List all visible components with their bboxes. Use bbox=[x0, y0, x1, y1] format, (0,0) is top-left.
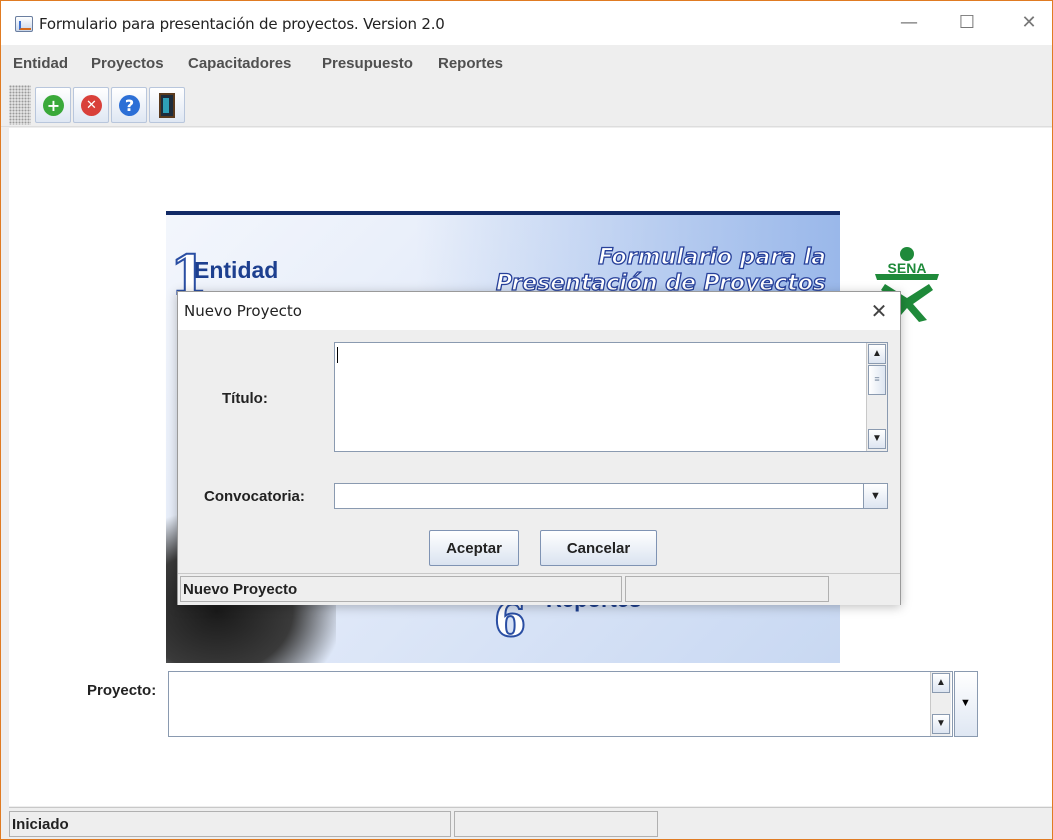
proyecto-scrollbar[interactable]: ▲ ▼ bbox=[930, 672, 951, 736]
convocatoria-label: Convocatoria: bbox=[204, 488, 305, 505]
scroll-thumb[interactable]: ≡ bbox=[868, 365, 886, 395]
status-cell-main: Iniciado bbox=[9, 811, 451, 837]
minimize-button[interactable]: — bbox=[886, 1, 932, 45]
menu-presupuesto[interactable]: Presupuesto bbox=[322, 55, 413, 72]
titulo-scrollbar[interactable]: ▲ ≡ ▼ bbox=[866, 343, 887, 451]
dialog-title: Nuevo Proyecto bbox=[184, 302, 302, 320]
scroll-down-arrow-icon[interactable]: ▼ bbox=[932, 714, 950, 734]
banner-entidad-label: Entidad bbox=[194, 257, 279, 283]
convocatoria-select[interactable]: ▼ bbox=[334, 483, 888, 509]
add-button[interactable]: + bbox=[35, 87, 71, 123]
window-title: Formulario para presentación de proyecto… bbox=[39, 15, 445, 33]
dialog-status-cell-secondary bbox=[625, 576, 829, 602]
java-app-icon bbox=[15, 16, 33, 32]
menu-reportes[interactable]: Reportes bbox=[438, 55, 503, 72]
titulo-textarea[interactable]: ▲ ≡ ▼ bbox=[334, 342, 888, 452]
chevron-down-icon: ▼ bbox=[960, 697, 971, 709]
sena-logo-text: SENA bbox=[888, 260, 927, 276]
text-caret bbox=[337, 347, 338, 363]
scroll-down-arrow-icon[interactable]: ▼ bbox=[868, 429, 886, 449]
toolbar-grip[interactable] bbox=[9, 85, 31, 125]
banner-title: Formulario para la Presentación de Proye… bbox=[406, 244, 827, 297]
main-window: Formulario para presentación de proyecto… bbox=[0, 0, 1053, 840]
aceptar-button[interactable]: Aceptar bbox=[429, 530, 519, 566]
proyecto-label: Proyecto: bbox=[87, 682, 157, 699]
scroll-up-arrow-icon[interactable]: ▲ bbox=[868, 344, 886, 364]
chevron-down-icon[interactable]: ▼ bbox=[863, 484, 887, 508]
proyecto-field[interactable] bbox=[168, 671, 953, 737]
scroll-up-arrow-icon[interactable]: ▲ bbox=[932, 673, 950, 693]
status-cell-secondary bbox=[454, 811, 658, 837]
delete-icon: ✕ bbox=[81, 95, 102, 116]
menu-capacitadores[interactable]: Capacitadores bbox=[188, 55, 291, 72]
dialog-status-bar: Nuevo Proyecto bbox=[178, 573, 900, 605]
exit-door-icon bbox=[159, 93, 175, 118]
menu-entidad[interactable]: Entidad bbox=[13, 55, 68, 72]
menu-proyectos[interactable]: Proyectos bbox=[91, 55, 164, 72]
toolbar: + ✕ ? bbox=[1, 81, 1052, 127]
close-window-button[interactable]: ✕ bbox=[1006, 1, 1052, 45]
delete-button[interactable]: ✕ bbox=[73, 87, 109, 123]
dialog-status-cell-main: Nuevo Proyecto bbox=[180, 576, 622, 602]
status-bar: Iniciado bbox=[9, 807, 1052, 839]
dialog-title-bar: Nuevo Proyecto ✕ bbox=[178, 292, 900, 330]
banner-title-line1: Formulario para la bbox=[598, 244, 827, 270]
maximize-button[interactable]: ☐ bbox=[944, 1, 990, 45]
menu-bar: Entidad Proyectos Capacitadores Presupue… bbox=[1, 47, 1052, 79]
nuevo-proyecto-dialog: Nuevo Proyecto ✕ Título: ▲ ≡ ▼ Convocato… bbox=[177, 291, 901, 605]
help-button[interactable]: ? bbox=[111, 87, 147, 123]
titulo-label: Título: bbox=[222, 390, 268, 407]
title-bar: Formulario para presentación de proyecto… bbox=[1, 1, 1052, 45]
exit-button[interactable] bbox=[149, 87, 185, 123]
proyecto-dropdown-button[interactable]: ▼ bbox=[954, 671, 978, 737]
dialog-close-button[interactable]: ✕ bbox=[864, 296, 894, 326]
add-icon: + bbox=[43, 95, 64, 116]
cancelar-button[interactable]: Cancelar bbox=[540, 530, 657, 566]
help-icon: ? bbox=[119, 95, 140, 116]
